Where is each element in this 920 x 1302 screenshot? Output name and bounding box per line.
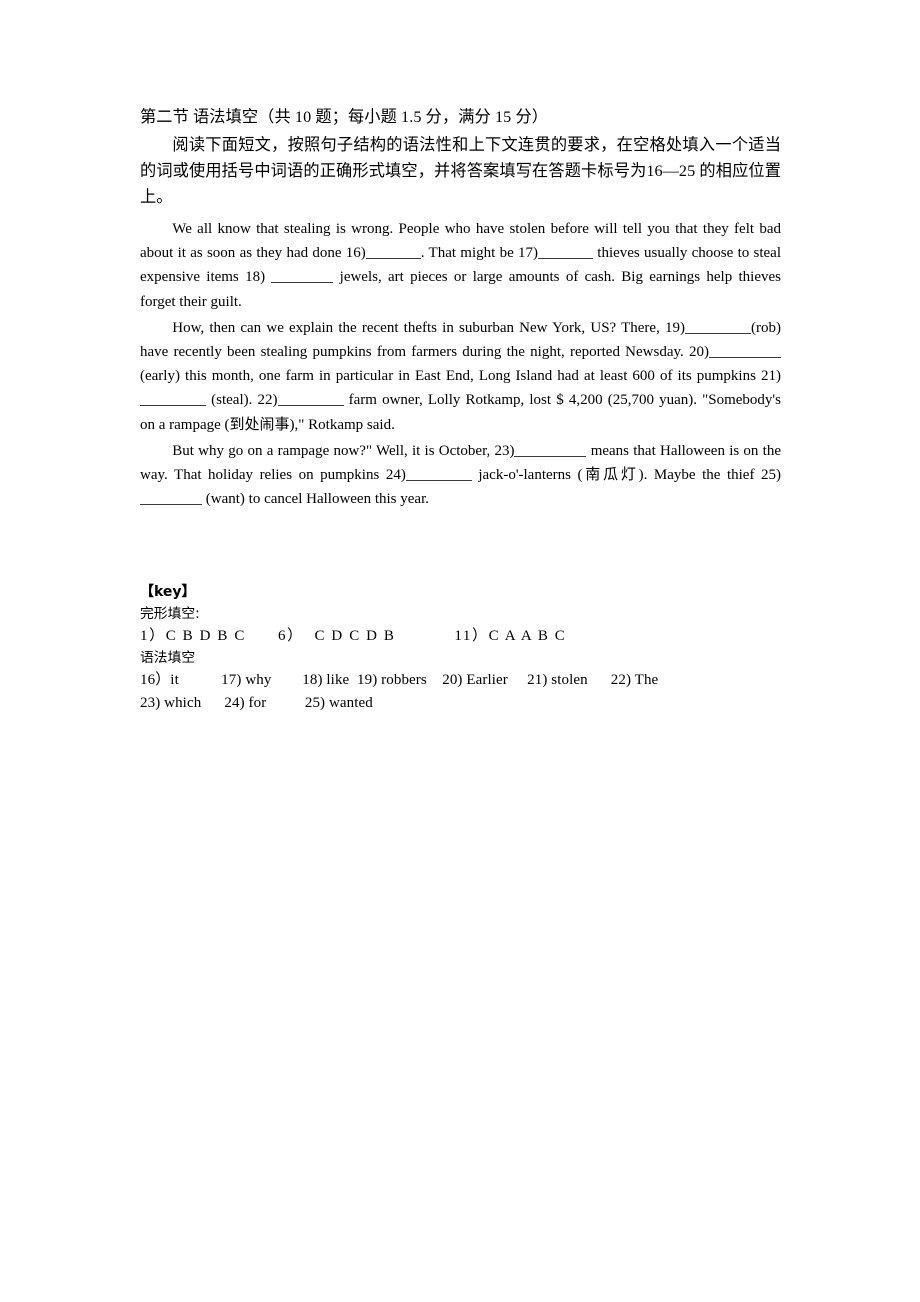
grammar-answers-row-2: 23) which 24) for 25) wanted [140, 694, 373, 711]
cloze-answers-row: 1）C B D B C 6） C D C D B 11）C A A B C [140, 628, 567, 645]
blank-24 [405, 466, 472, 481]
blank-22 [277, 391, 344, 407]
document-page: 第二节 语法填空（共 10 题；每小题 1.5 分，满分 15 分） 阅读下面短… [0, 0, 920, 1302]
blank-20 [709, 343, 781, 358]
instructions-paragraph: 阅读下面短文，按照句子结构的语法性和上下文连贯的要求，在空格处填入一个适当的词或… [140, 136, 781, 206]
cloze-section-label: 完形填空: [140, 605, 200, 622]
blank-21 [140, 391, 206, 407]
blank-25 [140, 490, 202, 506]
passage-2-seg-3: (early) this month, one farm in particul… [140, 368, 781, 385]
passage-paragraph-2: How, then can we explain the recent thef… [140, 316, 781, 437]
passage-3-seg-3: jack-o'-lanterns (南瓜灯). Maybe the thief … [471, 467, 781, 484]
passage-2-seg-4: (steal). 22) [206, 392, 278, 409]
answer-key-block: 【key】 完形填空: 1）C B D B C 6） C D C D B 11）… [140, 582, 781, 714]
grammar-section-label: 语法填空 [140, 649, 196, 666]
passage-paragraph-1: We all know that stealing is wrong. Peop… [140, 217, 781, 314]
blank-17 [538, 244, 594, 259]
section-heading: 第二节 语法填空（共 10 题；每小题 1.5 分，满分 15 分） [140, 108, 549, 126]
answer-key-title: 【key】 [140, 584, 196, 601]
passage-1-seg-2: . That might be 17) [420, 245, 539, 262]
grammar-answers-row-1: 16）it 17) why 18) like 19) robbers 20) E… [140, 672, 659, 689]
passage-paragraph-3: But why go on a rampage now?" Well, it i… [140, 439, 781, 512]
blank-16 [365, 244, 421, 259]
blank-18 [271, 268, 334, 284]
blank-19 [685, 319, 751, 334]
passage-3-seg-1: But why go on a rampage now?" Well, it i… [172, 442, 515, 459]
passage-3-seg-4: (want) to cancel Halloween this year. [202, 491, 429, 508]
passage-2-seg-1: How, then can we explain the recent thef… [172, 319, 685, 336]
blank-23 [514, 442, 587, 457]
